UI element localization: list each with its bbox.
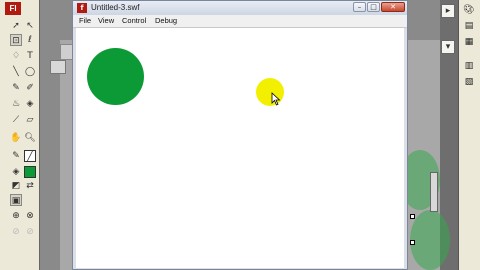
green-circle[interactable] bbox=[87, 48, 144, 105]
menu-file[interactable]: File bbox=[79, 15, 91, 27]
transform-handle[interactable] bbox=[410, 214, 415, 219]
scrollbar[interactable] bbox=[430, 172, 438, 212]
maximize-button[interactable]: □ bbox=[367, 2, 380, 12]
line-tool-icon[interactable]: ╲ bbox=[10, 66, 22, 78]
option-icon: ⊘ bbox=[26, 227, 34, 237]
hand-tool-icon[interactable]: ✋ bbox=[10, 132, 22, 144]
minimize-button[interactable]: – bbox=[353, 2, 366, 12]
menu-view[interactable]: View bbox=[98, 15, 114, 27]
stroke-color-icon[interactable]: ✎ bbox=[10, 150, 22, 162]
swf-player-window: f Untitled-3.swf – □ ✕ File View Control… bbox=[72, 0, 408, 270]
stroke-color-swatch[interactable]: ╱ bbox=[24, 150, 36, 162]
black-white-icon[interactable]: ◩ bbox=[10, 180, 22, 192]
zoom-tool-icon[interactable]: 🔍︎ bbox=[24, 132, 36, 144]
snap-to-objects-icon[interactable]: ⊕ bbox=[10, 210, 22, 222]
text-tool-icon[interactable]: T bbox=[24, 50, 36, 62]
transform-handle[interactable] bbox=[410, 240, 415, 245]
subselection-tool-icon[interactable]: ↖ bbox=[24, 20, 36, 32]
flash-logo: Fl bbox=[5, 2, 21, 15]
swap-colors-icon[interactable]: ⇄ bbox=[24, 180, 36, 192]
panel-toggle-button[interactable]: ▾ bbox=[441, 40, 455, 54]
fill-color-swatch[interactable] bbox=[24, 166, 36, 178]
background-shape bbox=[410, 210, 450, 270]
object-drawing-icon[interactable]: ▣ bbox=[10, 194, 22, 206]
brush-tool-icon[interactable]: ✐ bbox=[24, 82, 36, 94]
color-mixer-icon[interactable]: 🎨︎ bbox=[463, 4, 475, 16]
close-button[interactable]: ✕ bbox=[381, 2, 405, 12]
panel-toggle-button[interactable]: ▸ bbox=[441, 4, 455, 18]
scene-icon[interactable] bbox=[50, 60, 66, 74]
pen-tool-icon[interactable]: ♢ bbox=[10, 50, 22, 62]
menu-debug[interactable]: Debug bbox=[155, 15, 177, 27]
swatches-icon[interactable]: ▤ bbox=[463, 20, 475, 32]
fill-color-icon[interactable]: ◈ bbox=[10, 166, 22, 178]
selection-tool-icon[interactable]: ➚ bbox=[10, 20, 22, 32]
oval-tool-icon[interactable]: ◯ bbox=[24, 66, 36, 78]
paint-bucket-tool-icon[interactable]: ◈ bbox=[24, 98, 36, 110]
ink-bottle-tool-icon[interactable]: ♨ bbox=[10, 98, 22, 110]
free-transform-tool-icon[interactable]: ⊡ bbox=[10, 34, 22, 46]
library-icon[interactable]: ▥ bbox=[463, 60, 475, 72]
align-icon[interactable]: ▦ bbox=[463, 36, 475, 48]
swf-stage[interactable] bbox=[76, 28, 404, 268]
mouse-cursor-icon bbox=[271, 92, 281, 106]
flash-player-icon: f bbox=[77, 3, 87, 13]
pencil-tool-icon[interactable]: ✎ bbox=[10, 82, 22, 94]
right-panel: 🎨︎ ▤ ▦ ▥ ▧ bbox=[458, 0, 480, 270]
tools-panel: Fl ➚ ↖ ⊡ ℓ ♢ T ╲ ◯ ✎ ✐ ♨ ◈ ⟋ ▱ ✋ 🔍︎ ✎ ╱ … bbox=[0, 0, 40, 270]
smooth-icon[interactable]: ⊗ bbox=[24, 210, 36, 222]
menu-control[interactable]: Control bbox=[122, 15, 146, 27]
menu-bar: File View Control Debug bbox=[73, 15, 407, 28]
eyedropper-tool-icon[interactable]: ⟋ bbox=[10, 114, 22, 126]
lasso-tool-icon[interactable]: ℓ bbox=[24, 34, 36, 46]
title-bar[interactable]: f Untitled-3.swf – □ ✕ bbox=[73, 1, 407, 15]
components-icon[interactable]: ▧ bbox=[463, 76, 475, 88]
eraser-tool-icon[interactable]: ▱ bbox=[24, 114, 36, 126]
window-title: Untitled-3.swf bbox=[91, 3, 140, 12]
straighten-icon: ⊘ bbox=[12, 227, 20, 237]
